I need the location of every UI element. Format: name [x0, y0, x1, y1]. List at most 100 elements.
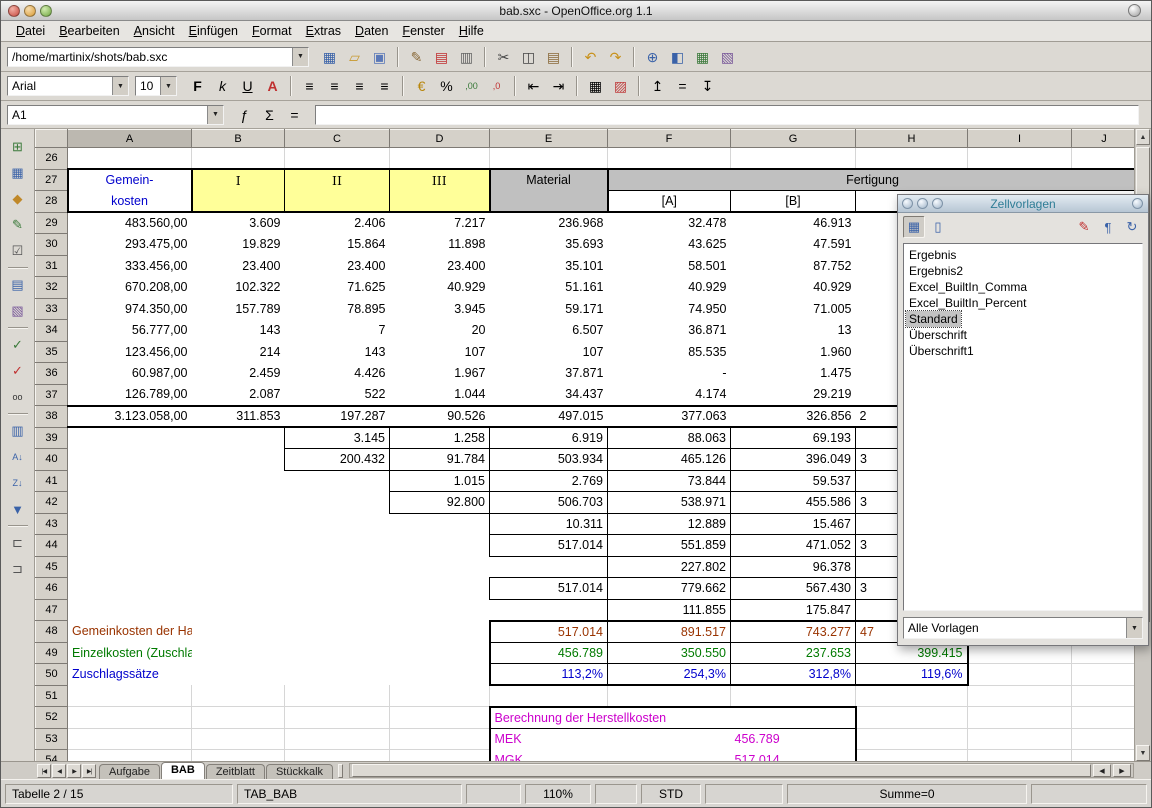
- cell[interactable]: 23.400: [285, 255, 390, 277]
- cell[interactable]: [490, 191, 608, 213]
- cell[interactable]: [856, 148, 968, 170]
- cell[interactable]: 71.005: [731, 298, 856, 320]
- cell[interactable]: 119,6%: [856, 664, 968, 686]
- cell[interactable]: 23.400: [192, 255, 285, 277]
- menu-extras[interactable]: Extras: [299, 22, 348, 40]
- cell[interactable]: 236.968: [490, 212, 608, 234]
- remove-decimal-button[interactable]: ,0: [484, 74, 509, 98]
- cell[interactable]: 3.123.058,00: [68, 406, 192, 428]
- cell[interactable]: 102.322: [192, 277, 285, 299]
- align-center-button[interactable]: ≡: [322, 74, 347, 98]
- cell[interactable]: [285, 685, 390, 707]
- cell[interactable]: 87.752: [731, 255, 856, 277]
- cut-button[interactable]: ✂: [491, 45, 516, 69]
- column-header-C[interactable]: C: [285, 130, 390, 148]
- row-header-41[interactable]: 41: [36, 470, 68, 492]
- cell[interactable]: 891.517: [608, 621, 731, 643]
- cell[interactable]: [285, 750, 390, 762]
- row-header-46[interactable]: 46: [36, 578, 68, 600]
- cell[interactable]: [192, 556, 285, 578]
- cell[interactable]: 40.929: [608, 277, 731, 299]
- cell[interactable]: [285, 191, 390, 213]
- cell[interactable]: 35.101: [490, 255, 608, 277]
- function-autopilot-button[interactable]: ƒ: [232, 103, 257, 127]
- insert-graphics-button[interactable]: ▧: [5, 299, 31, 323]
- bold-button[interactable]: F: [185, 74, 210, 98]
- cell[interactable]: [192, 148, 285, 170]
- cell[interactable]: [1072, 664, 1135, 686]
- select-all-corner[interactable]: [36, 130, 68, 148]
- font-name-dropdown-icon[interactable]: ▼: [112, 77, 128, 95]
- paste-button[interactable]: ▤: [541, 45, 566, 69]
- cell[interactable]: [968, 664, 1072, 686]
- cell[interactable]: [490, 599, 608, 621]
- stylist-titlebar[interactable]: Zellvorlagen: [898, 195, 1148, 213]
- cell[interactable]: [390, 191, 490, 213]
- cell[interactable]: 1.044: [390, 384, 490, 406]
- cell[interactable]: [68, 599, 192, 621]
- row-header-31[interactable]: 31: [36, 255, 68, 277]
- cell[interactable]: 107: [490, 341, 608, 363]
- cell[interactable]: 113,2%: [490, 664, 608, 686]
- cell[interactable]: 40.929: [390, 277, 490, 299]
- cell[interactable]: [390, 599, 490, 621]
- cell[interactable]: 96.378: [731, 556, 856, 578]
- first-sheet-button[interactable]: |◀: [37, 764, 51, 778]
- row-header-51[interactable]: 51: [36, 685, 68, 707]
- row-header-27[interactable]: 27: [36, 169, 68, 191]
- cell[interactable]: [192, 750, 285, 762]
- cell[interactable]: [390, 535, 490, 557]
- find-replace-button[interactable]: oo: [5, 385, 31, 409]
- row-header-50[interactable]: 50: [36, 664, 68, 686]
- stylist-button[interactable]: ◧: [665, 45, 690, 69]
- cell[interactable]: 3.145: [285, 427, 390, 449]
- new-style-from-selection-button[interactable]: ¶: [1097, 216, 1119, 238]
- row-header-42[interactable]: 42: [36, 492, 68, 514]
- cell[interactable]: [390, 664, 490, 686]
- row-header-43[interactable]: 43: [36, 513, 68, 535]
- cell[interactable]: 37.871: [490, 363, 608, 385]
- row-header-34[interactable]: 34: [36, 320, 68, 342]
- row-header-38[interactable]: 38: [36, 406, 68, 428]
- cell[interactable]: 88.063: [608, 427, 731, 449]
- cell[interactable]: [68, 535, 192, 557]
- sheet-tab-bab[interactable]: BAB: [161, 762, 205, 779]
- borders-button[interactable]: ▦: [583, 74, 608, 98]
- style-item-Ergebnis2[interactable]: Ergebnis2: [906, 263, 966, 279]
- scroll-up-button[interactable]: ▲: [1136, 129, 1150, 145]
- cell[interactable]: 1.475: [731, 363, 856, 385]
- cell[interactable]: [192, 728, 285, 750]
- row-header-40[interactable]: 40: [36, 449, 68, 471]
- cell[interactable]: 4.174: [608, 384, 731, 406]
- cell[interactable]: [285, 148, 390, 170]
- cell[interactable]: [68, 492, 192, 514]
- draw-functions-button[interactable]: ✎: [5, 213, 31, 237]
- autofilter-button[interactable]: ▼: [5, 497, 31, 521]
- cell[interactable]: 4.426: [285, 363, 390, 385]
- cell[interactable]: [68, 685, 192, 707]
- insert-object-button[interactable]: ◆: [5, 187, 31, 211]
- column-header-I[interactable]: I: [968, 130, 1072, 148]
- cell[interactable]: 3.609: [192, 212, 285, 234]
- cell[interactable]: [490, 148, 608, 170]
- cell[interactable]: 143: [192, 320, 285, 342]
- row-header-44[interactable]: 44: [36, 535, 68, 557]
- row-header-35[interactable]: 35: [36, 341, 68, 363]
- cell[interactable]: 78.895: [285, 298, 390, 320]
- insert-button[interactable]: ⊞: [5, 135, 31, 159]
- formula-input[interactable]: [315, 105, 1139, 125]
- menu-hilfe[interactable]: Hilfe: [452, 22, 491, 40]
- cell[interactable]: [608, 728, 731, 750]
- indent-increase-button[interactable]: ⇥: [546, 74, 571, 98]
- cell[interactable]: 74.950: [608, 298, 731, 320]
- cell[interactable]: [1072, 148, 1135, 170]
- cell[interactable]: 197.287: [285, 406, 390, 428]
- cell[interactable]: 551.859: [608, 535, 731, 557]
- stylist-menu-button[interactable]: [1132, 198, 1143, 209]
- cell[interactable]: I: [192, 169, 285, 191]
- cell[interactable]: [390, 750, 490, 762]
- cell[interactable]: 455.586: [731, 492, 856, 514]
- row-header-37[interactable]: 37: [36, 384, 68, 406]
- column-header-B[interactable]: B: [192, 130, 285, 148]
- page-styles-button[interactable]: ▯: [927, 216, 949, 238]
